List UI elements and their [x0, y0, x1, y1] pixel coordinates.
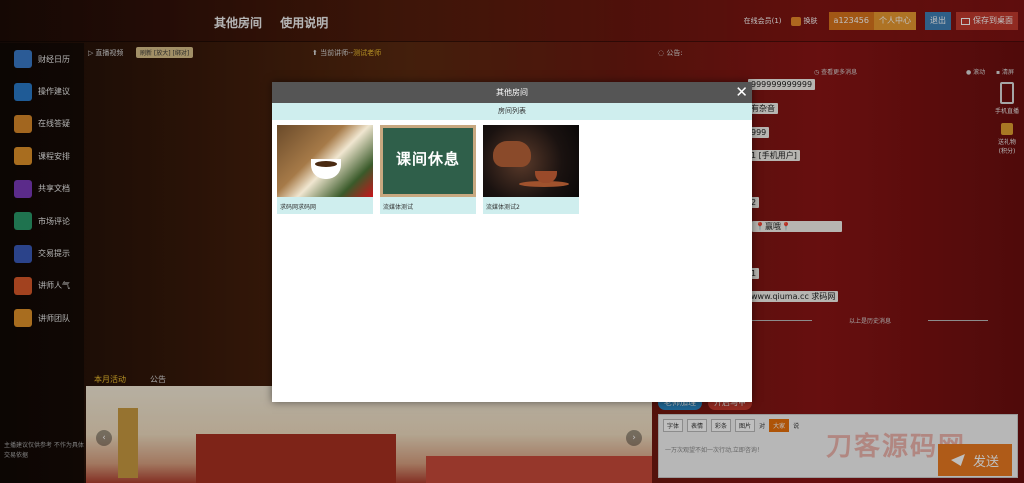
room-thumbnail [483, 125, 579, 197]
room-card[interactable]: 课间休息 流媒体测试 [380, 125, 476, 214]
modal-title: 其他房间 ✕ [272, 82, 752, 103]
close-icon[interactable]: ✕ [735, 83, 748, 101]
room-thumbnail [277, 125, 373, 197]
chalkboard-image: 课间休息 [383, 128, 473, 194]
room-list: 求码网求码网 课间休息 流媒体测试 流媒体测试2 [277, 125, 579, 214]
coffee-cup-image [311, 159, 341, 179]
room-name: 流媒体测试2 [486, 204, 520, 211]
room-name: 流媒体测试 [383, 204, 414, 211]
teapot-image [493, 141, 531, 167]
room-card[interactable]: 求码网求码网 [277, 125, 373, 214]
room-list-header: 房间列表 [272, 103, 752, 120]
room-name: 求码网求码网 [280, 204, 317, 211]
room-card[interactable]: 流媒体测试2 [483, 125, 579, 214]
room-thumbnail: 课间休息 [380, 125, 476, 197]
modal-title-text: 其他房间 [496, 88, 528, 97]
other-rooms-modal: 其他房间 ✕ 房间列表 求码网求码网 课间休息 流媒体测试 流媒体测试2 [272, 82, 752, 402]
